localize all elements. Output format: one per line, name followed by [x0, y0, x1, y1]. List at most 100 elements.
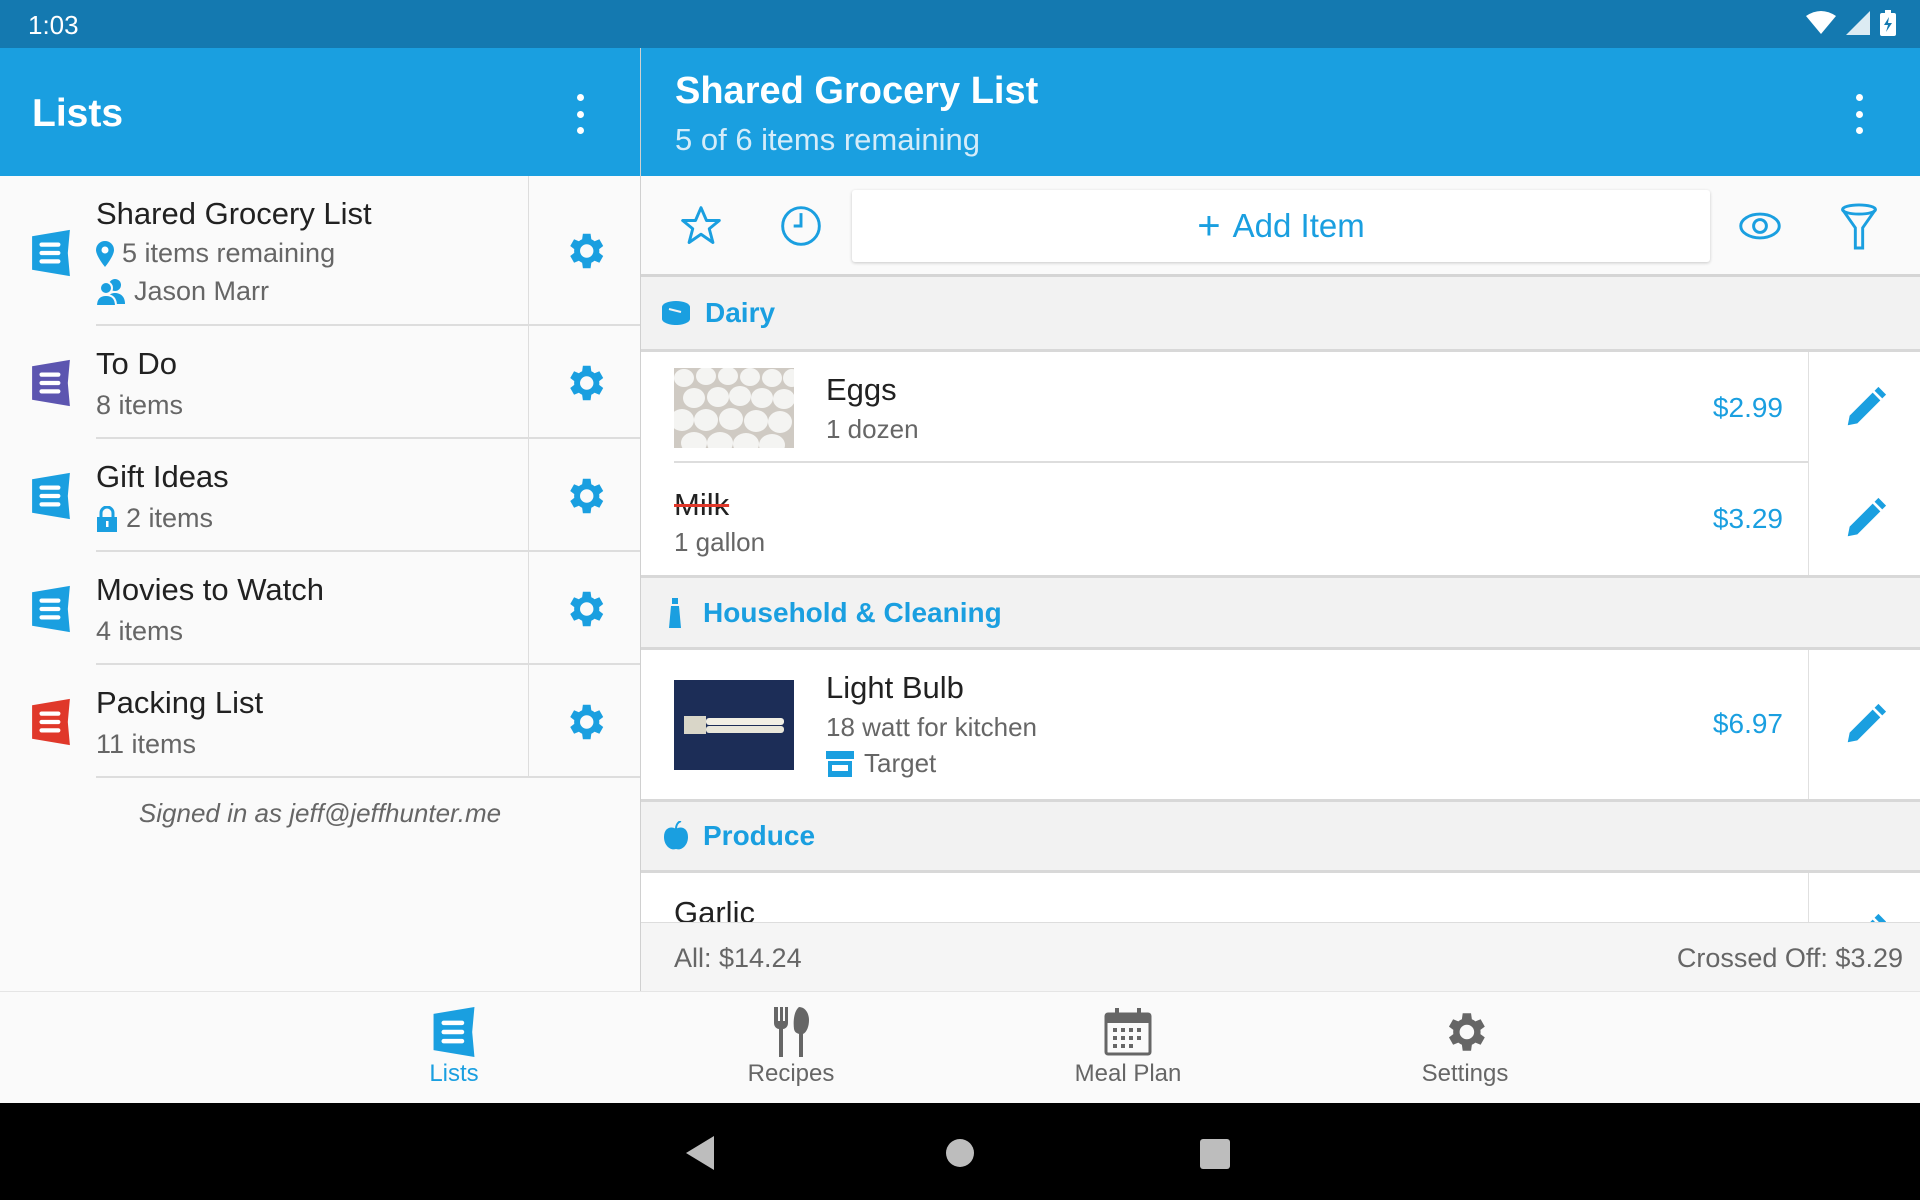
- tab-label: Meal Plan: [1074, 1060, 1182, 1087]
- store-icon: [826, 750, 854, 777]
- list-icon: [30, 356, 72, 410]
- recents-icon[interactable]: [1200, 1139, 1230, 1169]
- list-subtitle: 5 of 6 items remaining: [675, 122, 980, 157]
- list-meta: 11 items: [96, 729, 197, 759]
- list-item-movies-to-watch[interactable]: Movies to Watch 4 items: [0, 552, 640, 665]
- item-name-crossed-off: Milk: [674, 487, 730, 522]
- list-name: Gift Ideas: [96, 459, 229, 494]
- list-name: Packing List: [96, 685, 264, 720]
- add-item-label: Add Item: [1232, 207, 1365, 244]
- list-detail-app-bar: Shared Grocery List 5 of 6 items remaini…: [641, 48, 1920, 176]
- item-name: Light Bulb: [826, 670, 964, 705]
- list-name: To Do: [96, 346, 177, 381]
- tab-label: Recipes: [747, 1060, 835, 1087]
- apple-icon: [664, 821, 688, 850]
- lists-title: Lists: [32, 92, 124, 135]
- edit-item-button[interactable]: [1808, 650, 1920, 799]
- system-navigation-bar: [0, 1103, 1920, 1200]
- more-options-icon[interactable]: [1854, 94, 1864, 134]
- list-settings-button[interactable]: [528, 176, 640, 326]
- list-meta: 2 items: [126, 503, 214, 533]
- gear-icon: [562, 228, 608, 274]
- item-price: $3.29: [1712, 503, 1783, 534]
- list-settings-button[interactable]: [528, 552, 640, 665]
- home-icon[interactable]: [945, 1138, 975, 1168]
- list-icon: [30, 469, 72, 523]
- category-header-household[interactable]: Household & Cleaning: [641, 575, 1920, 650]
- list-meta: 8 items: [96, 390, 184, 420]
- total-crossed-off: Crossed Off: $3.29: [1676, 943, 1903, 973]
- divider: [96, 776, 640, 778]
- list-meta: 4 items: [96, 616, 184, 646]
- bottom-navigation: Lists Recipes Meal Plan Settings: [0, 991, 1920, 1103]
- gear-icon: [562, 699, 608, 745]
- gear-icon: [562, 586, 608, 632]
- tab-settings[interactable]: Settings: [1365, 1004, 1565, 1088]
- category-name: Produce: [703, 820, 816, 851]
- calendar-icon: [1104, 1008, 1152, 1056]
- shared-users-icon: [96, 278, 125, 306]
- list-item-shared-grocery-list[interactable]: Shared Grocery List 5 items remaining Ja…: [0, 176, 640, 326]
- category-name: Household & Cleaning: [703, 596, 1002, 628]
- item-row-eggs[interactable]: Eggs 1 dozen $2.99: [641, 352, 1920, 463]
- lists-app-bar: Lists: [0, 48, 640, 176]
- signal-icon: [1846, 11, 1870, 35]
- status-bar: 1:03: [0, 0, 1920, 48]
- list-meta: 5 items remaining: [122, 238, 336, 268]
- item-row-garlic[interactable]: Garlic: [641, 873, 1920, 922]
- edit-item-button[interactable]: [1808, 463, 1920, 575]
- total-all: All: $14.24: [674, 943, 802, 973]
- list-settings-button[interactable]: [528, 665, 640, 778]
- location-pin-icon: [96, 240, 114, 267]
- category-header-dairy[interactable]: Dairy: [641, 277, 1920, 352]
- wifi-icon: [1806, 11, 1836, 34]
- gear-icon: [562, 473, 608, 519]
- list-item-packing-list[interactable]: Packing List 11 items: [0, 665, 640, 778]
- shared-with: Jason Marr: [134, 276, 270, 306]
- fork-knife-icon: [774, 1007, 809, 1057]
- back-icon[interactable]: [686, 1136, 716, 1170]
- list-name: Movies to Watch: [96, 572, 324, 607]
- more-options-icon[interactable]: [575, 94, 585, 134]
- tab-lists[interactable]: Lists: [354, 1004, 554, 1088]
- item-store: Target: [864, 748, 937, 778]
- totals-bar: All: $14.24 Crossed Off: $3.29: [641, 922, 1920, 991]
- spray-bottle-icon: [669, 597, 681, 628]
- list-toolbar: + Add Item: [641, 176, 1920, 277]
- edit-item-button[interactable]: [1808, 352, 1920, 463]
- item-row-light-bulb[interactable]: Light Bulb 18 watt for kitchen Target $6…: [641, 650, 1920, 799]
- list-icon: [431, 1007, 477, 1057]
- item-description: 1 gallon: [674, 527, 766, 557]
- item-row-milk[interactable]: Milk 1 gallon $3.29: [641, 463, 1920, 575]
- list-title: Shared Grocery List: [675, 70, 1039, 112]
- filter-funnel-icon[interactable]: [1837, 202, 1881, 250]
- eye-icon[interactable]: [1737, 204, 1783, 248]
- edit-item-button[interactable]: [1808, 873, 1920, 922]
- dairy-icon: [662, 301, 690, 325]
- add-item-button[interactable]: + Add Item: [852, 190, 1710, 262]
- list-item-to-do[interactable]: To Do 8 items: [0, 326, 640, 439]
- item-name: Garlic: [674, 895, 755, 922]
- gear-icon: [562, 360, 608, 406]
- list-settings-button[interactable]: [528, 326, 640, 439]
- category-header-produce[interactable]: Produce: [641, 799, 1920, 873]
- eggs-photo: [674, 368, 794, 448]
- item-price: $2.99: [1712, 392, 1783, 423]
- history-clock-icon[interactable]: [779, 204, 823, 248]
- pencil-icon: [1842, 702, 1888, 748]
- pencil-icon: [1842, 496, 1888, 542]
- pencil-icon: [1842, 385, 1888, 431]
- tab-label: Lists: [429, 1060, 479, 1087]
- tab-recipes[interactable]: Recipes: [691, 1004, 891, 1088]
- list-icon: [30, 226, 72, 280]
- list-settings-button[interactable]: [528, 439, 640, 552]
- list-item-gift-ideas[interactable]: Gift Ideas 2 items: [0, 439, 640, 552]
- category-name: Dairy: [705, 297, 776, 328]
- tab-meal-plan[interactable]: Meal Plan: [1028, 1004, 1228, 1088]
- plus-icon: +: [1197, 204, 1221, 248]
- battery-charging-icon: [1880, 10, 1896, 36]
- item-price: $6.97: [1712, 708, 1783, 739]
- star-icon[interactable]: [679, 204, 723, 248]
- light-bulb-photo: [674, 680, 794, 770]
- list-icon: [30, 695, 72, 749]
